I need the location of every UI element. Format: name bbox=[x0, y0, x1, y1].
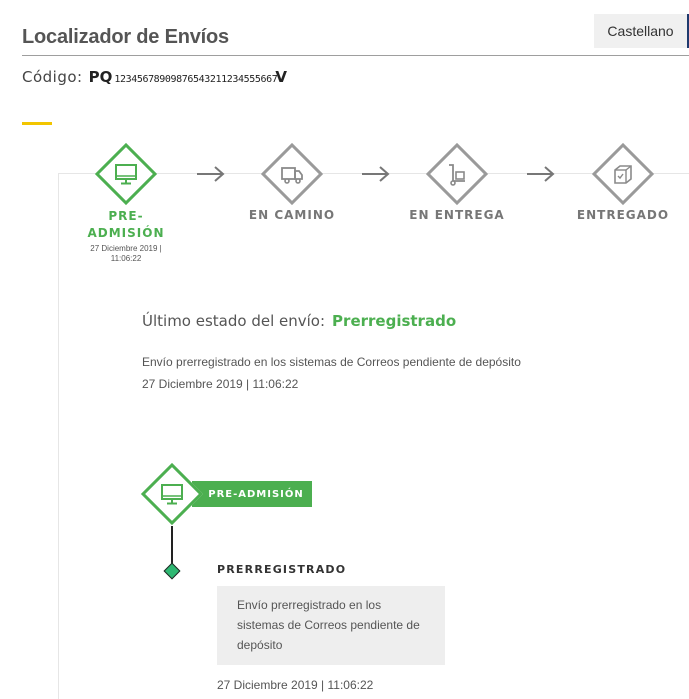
tracking-code-number: 12345678909876543211234555667 bbox=[114, 74, 278, 85]
monitor-icon bbox=[161, 484, 183, 505]
tracking-code-prefix: PQ bbox=[88, 68, 113, 86]
tracking-code-suffix: V bbox=[275, 68, 287, 86]
step-en-entrega-label: EN ENTREGA bbox=[409, 208, 505, 222]
timeline-event-description: Envío prerregistrado en los sistemas de … bbox=[217, 586, 445, 665]
language-selector-button[interactable]: Castellano bbox=[594, 14, 689, 48]
tracking-code-label: Código: bbox=[22, 68, 83, 86]
step-entregado-label: ENTREGADO bbox=[576, 208, 670, 222]
hand-truck-icon bbox=[449, 164, 465, 186]
step-en-entrega-marker bbox=[425, 142, 489, 206]
title-divider bbox=[22, 55, 689, 56]
timeline-stage-banner: PRE-ADMISIÓN bbox=[192, 481, 312, 507]
step-entregado-marker bbox=[591, 142, 655, 206]
arrow-right-icon bbox=[197, 166, 225, 182]
step-pre-admision-label: PRE- ADMISIÓN bbox=[87, 209, 165, 240]
latest-status: Último estado del envío: Prerregistrado bbox=[142, 312, 456, 330]
accent-underline bbox=[22, 122, 52, 125]
timeline-event-title: PRERREGISTRADO bbox=[217, 563, 347, 576]
tracking-code: Código: PQ 12345678909876543211234555667… bbox=[22, 68, 287, 90]
step-en-camino-marker bbox=[260, 142, 324, 206]
step-pre-admision-date: 27 Diciembre 2019 | 11:06:22 bbox=[90, 244, 162, 263]
package-check-icon bbox=[614, 165, 632, 184]
step-pre-admision-marker bbox=[94, 142, 158, 206]
monitor-icon bbox=[115, 164, 137, 185]
timeline-event-date: 27 Diciembre 2019 | 11:06:22 bbox=[217, 678, 374, 692]
timeline-stage-marker bbox=[140, 462, 204, 526]
latest-status-description: Envío prerregistrado en los sistemas de … bbox=[142, 355, 521, 369]
timeline-event-dot bbox=[163, 562, 181, 580]
latest-status-date: 27 Diciembre 2019 | 11:06:22 bbox=[142, 377, 299, 391]
step-en-camino-label: EN CAMINO bbox=[248, 208, 336, 222]
latest-status-label: Último estado del envío: bbox=[142, 312, 326, 330]
latest-status-value: Prerregistrado bbox=[332, 312, 457, 330]
arrow-right-icon bbox=[362, 166, 390, 182]
page-title: Localizador de Envíos bbox=[22, 26, 229, 48]
arrow-right-icon bbox=[527, 166, 555, 182]
truck-icon bbox=[281, 167, 303, 184]
